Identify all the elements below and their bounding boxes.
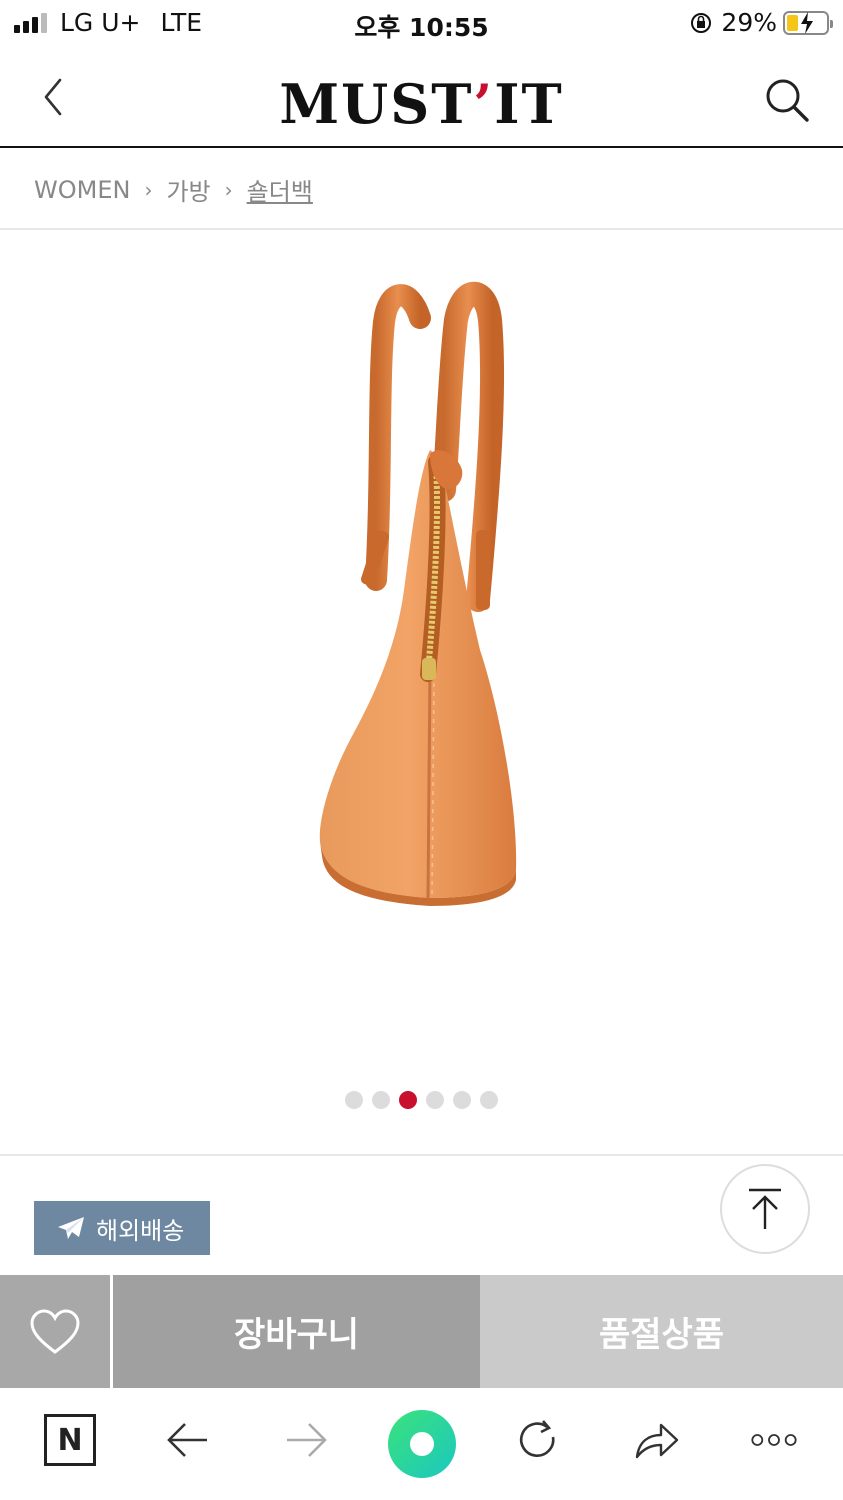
naver-n-icon: N [44,1414,96,1466]
reload-button[interactable] [508,1410,568,1470]
heart-icon [30,1308,80,1354]
product-image[interactable] [0,230,843,1070]
logo-mark: ’ [473,72,495,136]
divider [0,1154,843,1156]
status-bar: LG U+ LTE 오후 10:55 29% [0,0,843,50]
breadcrumb-item-bags[interactable]: 가방 [166,172,210,207]
carousel-dot[interactable] [426,1091,444,1109]
overseas-shipping-label: 해외배송 [96,1216,185,1245]
logo[interactable]: MUST’IT [0,72,843,136]
browser-back-button[interactable] [158,1410,218,1470]
share-button[interactable] [626,1410,686,1470]
reload-icon [519,1420,555,1457]
plane-icon [58,1217,84,1239]
header: MUST’IT [0,50,843,148]
naver-home-button[interactable]: N [40,1410,100,1470]
arrow-up-to-top-icon [749,1188,781,1229]
add-to-cart-button[interactable]: 장바구니 [113,1275,480,1388]
breadcrumb-item-women[interactable]: WOMEN [34,176,130,204]
sold-out-button[interactable]: 품절상품 [480,1275,843,1388]
overseas-shipping-badge: 해외배송 [34,1201,210,1255]
arrow-right-icon [287,1423,327,1457]
browser-forward-button[interactable] [276,1410,336,1470]
carousel-dot[interactable] [345,1091,363,1109]
more-button[interactable] [744,1410,804,1470]
breadcrumb-separator: › [144,177,153,202]
battery-percent: 29% [721,8,777,37]
action-bar: 장바구니 품절상품 [0,1275,843,1388]
carousel-dot-active[interactable] [399,1091,417,1109]
orientation-lock-icon [691,12,712,33]
carousel-dot[interactable] [453,1091,471,1109]
breadcrumb-separator: › [224,177,233,202]
carousel-indicator [0,1091,843,1109]
share-icon [635,1423,679,1459]
status-right: 29% [689,8,833,37]
breadcrumb: WOMEN › 가방 › 숄더백 [34,172,313,207]
carousel-dot[interactable] [480,1091,498,1109]
battery-icon [783,10,833,35]
green-dot-button[interactable] [386,1408,458,1480]
search-icon[interactable] [761,74,813,126]
breadcrumb-item-shoulder-bag[interactable]: 숄더백 [247,172,313,207]
arrow-left-icon [167,1423,207,1457]
logo-text-tail: IT [494,72,564,136]
scroll-top-button[interactable] [720,1164,810,1254]
carousel-dot[interactable] [372,1091,390,1109]
logo-text: MUST [279,72,474,136]
green-dot-icon [388,1410,456,1478]
more-icon [751,1434,797,1446]
browser-toolbar: N [0,1388,843,1500]
wishlist-button[interactable] [0,1275,113,1388]
